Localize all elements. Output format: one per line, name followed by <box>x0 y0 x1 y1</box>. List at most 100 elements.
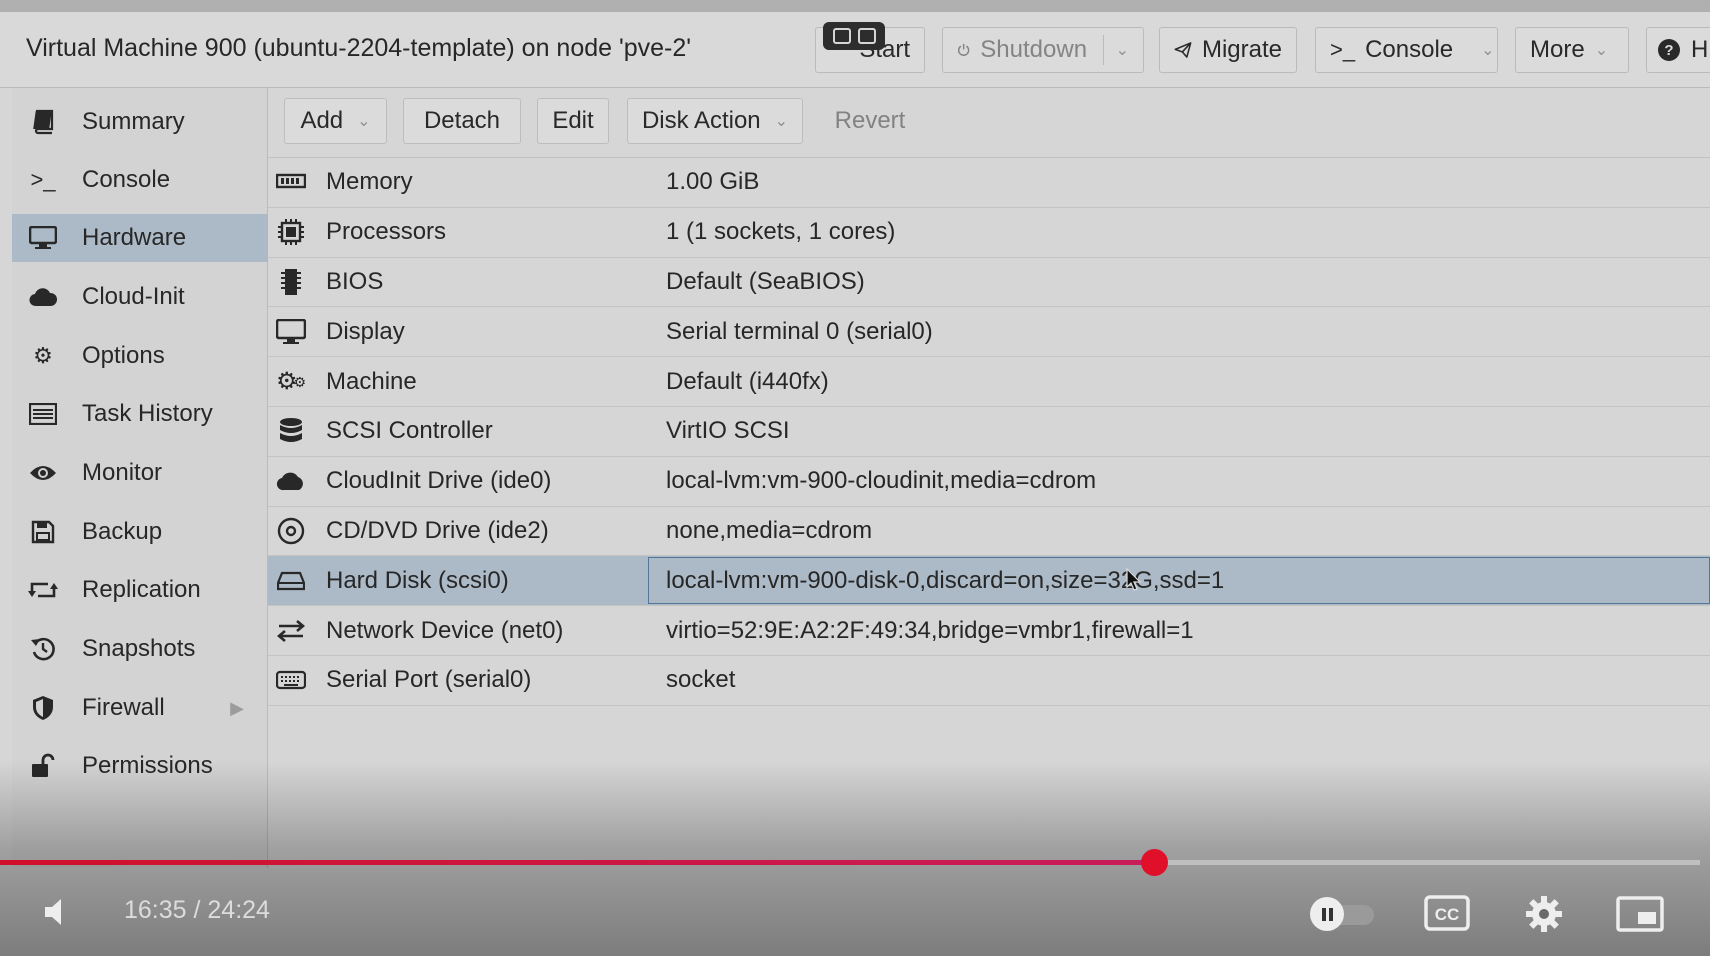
row-name: Memory <box>326 168 413 196</box>
more-label: More <box>1530 36 1585 63</box>
row-name: Serial Port (serial0) <box>326 666 532 694</box>
video-progress-bar[interactable] <box>0 849 1700 876</box>
row-name: Machine <box>326 367 417 395</box>
sidebar-item-label: Permissions <box>82 752 213 779</box>
sidebar-item-task-history[interactable]: Task History <box>12 390 268 438</box>
question-circle-icon: ? <box>1658 39 1680 61</box>
hardware-row-machine[interactable]: ⚙ ⚙ Machine Default (i440fx) <box>268 357 1710 407</box>
sidebar-item-label: Firewall <box>82 694 165 721</box>
sidebar-item-permissions[interactable]: Permissions <box>12 742 268 790</box>
sidebar-item-label: Console <box>82 166 171 193</box>
chevron-right-icon[interactable]: ▶ <box>230 698 244 719</box>
chevron-down-icon[interactable]: ⌄ <box>1481 40 1494 60</box>
app: Virtual Machine 900 (ubuntu-2204-templat… <box>0 0 1710 956</box>
hardware-row-memory[interactable]: Memory 1.00 GiB <box>268 158 1710 208</box>
revert-label: Revert <box>834 107 906 134</box>
row-value: 1 (1 sockets, 1 cores) <box>666 218 896 246</box>
hardware-row-cd-dvd-drive[interactable]: CD/DVD Drive (ide2) none,media=cdrom <box>268 507 1710 557</box>
sidebar-item-label: Options <box>82 342 165 369</box>
svg-text:CC: CC <box>1435 905 1460 924</box>
revert-button[interactable]: Revert <box>820 98 920 144</box>
sidebar-item-replication[interactable]: Replication <box>12 566 268 614</box>
row-name: Network Device (net0) <box>326 616 564 644</box>
hardware-row-display[interactable]: Display Serial terminal 0 (serial0) <box>268 307 1710 358</box>
autoplay-toggle[interactable] <box>1310 897 1376 931</box>
eye-icon <box>28 458 58 488</box>
sidebar-item-cloud-init[interactable]: Cloud-Init <box>12 273 268 321</box>
mouse-cursor-icon <box>1126 568 1142 592</box>
sidebar-item-label: Snapshots <box>82 635 196 662</box>
migrate-button[interactable]: Migrate <box>1159 27 1297 73</box>
gear-icon: ⚙ <box>33 343 53 368</box>
sidebar-item-snapshots[interactable]: Snapshots <box>12 625 268 673</box>
help-label: H <box>1691 36 1709 63</box>
add-label: Add <box>300 107 344 134</box>
keyboard-icon <box>276 665 306 695</box>
history-icon <box>28 634 58 664</box>
row-value: Serial terminal 0 (serial0) <box>666 317 933 345</box>
settings-gear-icon[interactable] <box>1524 894 1564 934</box>
cogs-icon: ⚙ ⚙ <box>275 367 307 395</box>
row-value: Default (i440fx) <box>666 367 829 395</box>
hardware-panel: Add ⌄ Detach Edit Disk Action ⌄ Revert M… <box>268 88 1710 868</box>
video-time: 16:35 / 24:24 <box>124 896 270 924</box>
cast-icon <box>857 28 876 44</box>
more-button[interactable]: More ⌄ <box>1515 27 1629 73</box>
sidebar-item-firewall[interactable]: Firewall ▶ <box>12 684 268 732</box>
cdrom-icon <box>276 516 306 546</box>
chevron-down-icon[interactable]: ⌄ <box>1116 40 1129 60</box>
hardware-row-network-device[interactable]: Network Device (net0) virtio=52:9E:A2:2F… <box>268 606 1710 656</box>
hardware-toolbar: Add ⌄ Detach Edit Disk Action ⌄ Revert <box>268 88 1710 158</box>
sidebar-item-label: Summary <box>82 108 185 135</box>
chevron-down-icon: ⌄ <box>357 113 371 130</box>
row-name: Processors <box>326 218 447 246</box>
row-value: VirtIO SCSI <box>666 417 790 445</box>
console-button[interactable]: >_ Console ⌄ <box>1315 27 1498 73</box>
sidebar-item-label: Cloud-Init <box>82 283 185 310</box>
row-name: BIOS <box>326 267 384 295</box>
database-icon <box>276 416 306 446</box>
list-icon <box>28 399 58 429</box>
detach-label: Detach <box>423 107 501 134</box>
power-icon <box>957 43 970 56</box>
sidebar-item-hardware[interactable]: Hardware <box>12 214 268 262</box>
hardware-row-hard-disk[interactable]: Hard Disk (scsi0) local-lvm:vm-900-disk-… <box>268 556 1710 607</box>
hdd-icon <box>276 566 306 596</box>
video-progress-played <box>0 860 1155 865</box>
sidebar-item-summary[interactable]: Summary <box>12 98 268 146</box>
shutdown-button[interactable]: Shutdown ⌄ <box>942 27 1144 73</box>
chevron-down-icon: ⌄ <box>774 113 789 130</box>
top-strip <box>0 0 1710 12</box>
hardware-row-serial-port[interactable]: Serial Port (serial0) socket <box>268 656 1710 706</box>
add-button[interactable]: Add ⌄ <box>284 98 387 144</box>
disk-action-button[interactable]: Disk Action ⌄ <box>627 98 803 144</box>
sidebar-item-label: Replication <box>82 576 201 603</box>
hardware-row-cloudinit-drive[interactable]: CloudInit Drive (ide0) local-lvm:vm-900-… <box>268 457 1710 507</box>
sidebar-item-console[interactable]: >_ Console <box>12 156 268 204</box>
sidebar-item-backup[interactable]: Backup <box>12 508 268 556</box>
video-overlay-icons[interactable] <box>823 22 885 50</box>
miniplayer-icon[interactable] <box>1616 896 1664 932</box>
help-button[interactable]: ? H <box>1646 27 1710 73</box>
monitor-icon <box>28 223 58 253</box>
hardware-row-scsi-controller[interactable]: SCSI Controller VirtIO SCSI <box>268 407 1710 457</box>
hardware-row-processors[interactable]: Processors 1 (1 sockets, 1 cores) <box>268 208 1710 258</box>
sidebar-item-options[interactable]: ⚙ Options <box>12 332 268 380</box>
vm-title: Virtual Machine 900 (ubuntu-2204-templat… <box>26 34 692 62</box>
hardware-row-bios[interactable]: BIOS Default (SeaBIOS) <box>268 258 1710 308</box>
sidebar-item-label: Task History <box>82 400 213 427</box>
row-value: none,media=cdrom <box>666 516 873 544</box>
retweet-icon <box>28 575 58 605</box>
sidebar-item-monitor[interactable]: Monitor <box>12 449 268 497</box>
row-name: Display <box>326 317 405 345</box>
row-value: socket <box>666 666 736 694</box>
terminal-icon: >_ <box>1330 37 1356 62</box>
cpu-icon <box>276 217 306 247</box>
terminal-icon: >_ <box>30 167 56 192</box>
closed-captions-icon[interactable]: CC <box>1424 895 1470 931</box>
volume-icon[interactable] <box>42 895 76 929</box>
paper-plane-icon <box>1174 42 1192 58</box>
floppy-icon <box>28 517 58 547</box>
edit-button[interactable]: Edit <box>537 98 609 144</box>
detach-button[interactable]: Detach <box>403 98 521 144</box>
